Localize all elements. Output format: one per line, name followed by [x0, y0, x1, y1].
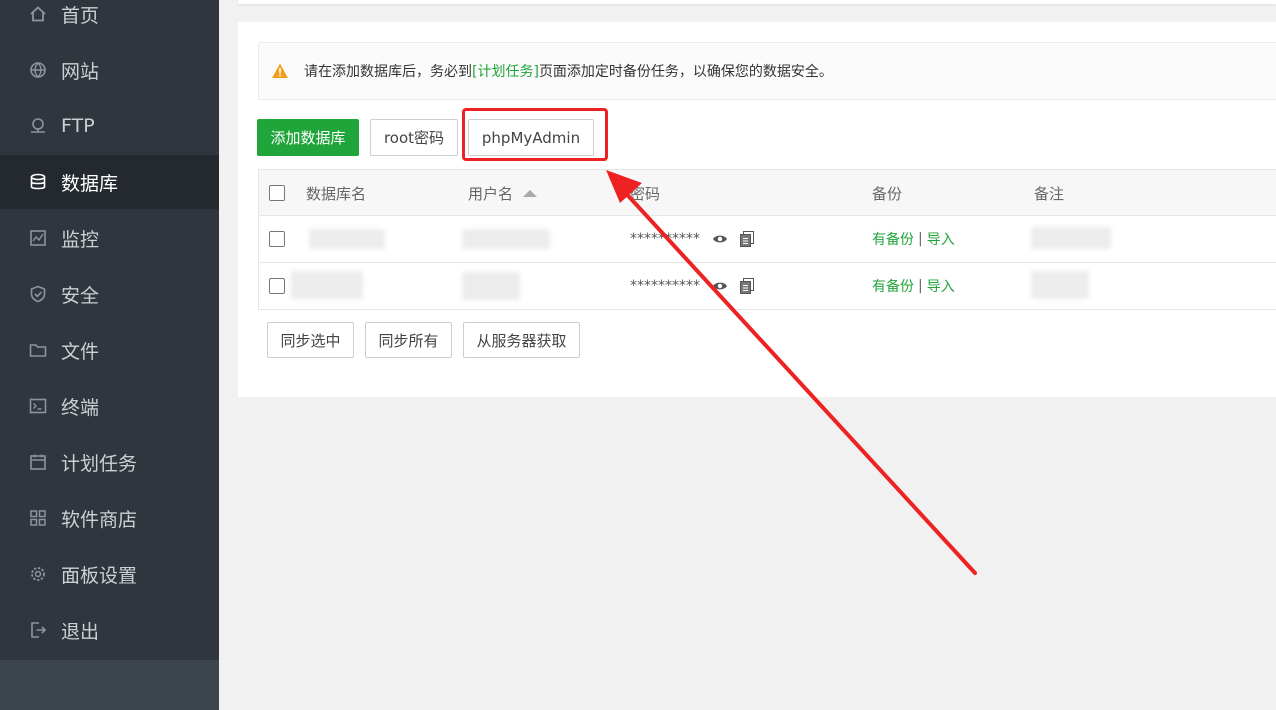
redacted-database-name	[309, 229, 385, 249]
sidebar-item-label: 网站	[61, 60, 100, 83]
sidebar-item-settings[interactable]: 面板设置	[0, 547, 219, 601]
sidebar-item-label: FTP	[61, 115, 95, 137]
redacted-database-name	[291, 271, 363, 299]
gear-icon	[28, 564, 48, 584]
sync-all-button[interactable]: 同步所有	[365, 322, 452, 358]
redacted-note	[1031, 227, 1111, 249]
masked-password: **********	[630, 278, 700, 294]
password-cell: **********	[630, 216, 754, 262]
row-checkbox[interactable]	[269, 231, 285, 247]
sidebar-item-store[interactable]: 软件商店	[0, 491, 219, 545]
copy-icon[interactable]	[740, 278, 754, 294]
link-separator: |	[918, 231, 923, 247]
column-header-user[interactable]: 用户名	[468, 170, 538, 216]
warning-icon	[271, 62, 289, 80]
sidebar-nav: 首页 网站 FTP 数据库 监控 安全 文件 终端 计划任务 软件商店 面板设置…	[0, 0, 219, 660]
backup-cell: 有备份 | 导入	[872, 216, 955, 262]
column-header-password: 密码	[630, 184, 661, 203]
sidebar-item-cron[interactable]: 计划任务	[0, 435, 219, 489]
row-checkbox[interactable]	[269, 278, 285, 294]
sidebar-item-monitor[interactable]: 监控	[0, 211, 219, 265]
home-icon	[28, 4, 48, 24]
top-bar	[238, 0, 1276, 4]
backup-cell: 有备份 | 导入	[872, 263, 955, 309]
monitor-icon	[28, 228, 48, 248]
terminal-icon	[28, 396, 48, 416]
select-all-checkbox[interactable]	[269, 185, 285, 201]
sidebar-item-ftp[interactable]: FTP	[0, 99, 219, 153]
redacted-note	[1031, 271, 1089, 299]
calendar-icon	[28, 452, 48, 472]
column-header-name[interactable]: 数据库名	[306, 170, 366, 216]
sidebar-item-label: 计划任务	[61, 452, 138, 475]
column-header-user-label: 用户名	[468, 184, 514, 203]
root-password-button[interactable]: root密码	[370, 119, 458, 156]
logout-icon	[28, 620, 48, 640]
column-header-backup: 备份	[872, 184, 903, 203]
apps-icon	[28, 508, 48, 528]
fetch-from-server-button[interactable]: 从服务器获取	[463, 322, 580, 358]
table-row: ********** 有备份 | 导入	[258, 263, 1276, 310]
table-header: 数据库名 用户名 密码 备份 备注	[258, 169, 1276, 216]
redacted-username	[462, 272, 520, 300]
notice-prefix: 请在添加数据库后，务必到	[304, 64, 472, 80]
database-panel: 请在添加数据库后，务必到[计划任务]页面添加定时备份任务，以确保您的数据安全。 …	[238, 22, 1276, 397]
sidebar-item-label: 安全	[61, 284, 100, 307]
column-header-note: 备注	[1034, 184, 1065, 203]
import-link[interactable]: 导入	[927, 276, 955, 296]
import-link[interactable]: 导入	[927, 229, 955, 249]
sidebar-item-label: 数据库	[61, 172, 119, 195]
shield-icon	[28, 284, 48, 304]
ftp-icon	[28, 116, 48, 136]
backup-link[interactable]: 有备份	[872, 229, 914, 249]
sidebar-item-security[interactable]: 安全	[0, 267, 219, 321]
sidebar-item-label: 监控	[61, 228, 100, 251]
eye-icon[interactable]	[712, 280, 728, 292]
sidebar-item-label: 文件	[61, 340, 100, 363]
masked-password: **********	[630, 231, 700, 247]
table-row: ********** 有备份 | 导入	[258, 216, 1276, 263]
backup-link[interactable]: 有备份	[872, 276, 914, 296]
cron-task-link[interactable]: [计划任务]	[472, 64, 539, 80]
sort-ascending-icon	[523, 189, 538, 197]
sidebar-item-database[interactable]: 数据库	[0, 155, 219, 209]
backup-notice: 请在添加数据库后，务必到[计划任务]页面添加定时备份任务，以确保您的数据安全。	[258, 42, 1276, 100]
redacted-username	[462, 229, 550, 249]
sidebar-item-label: 面板设置	[61, 564, 138, 587]
sidebar-item-label: 软件商店	[61, 508, 138, 531]
sidebar-item-files[interactable]: 文件	[0, 323, 219, 377]
sidebar-item-website[interactable]: 网站	[0, 43, 219, 97]
eye-icon[interactable]	[712, 233, 728, 245]
globe-icon	[28, 60, 48, 80]
copy-icon[interactable]	[740, 231, 754, 247]
notice-suffix: 页面添加定时备份任务，以确保您的数据安全。	[538, 64, 833, 80]
sidebar-item-label: 退出	[61, 620, 100, 643]
notice-text: 请在添加数据库后，务必到[计划任务]页面添加定时备份任务，以确保您的数据安全。	[304, 61, 833, 81]
sidebar-item-label: 终端	[61, 396, 100, 419]
database-icon	[28, 172, 48, 192]
annotation-highlight-box	[462, 108, 608, 161]
sidebar-item-home[interactable]: 首页	[0, 0, 219, 41]
link-separator: |	[918, 278, 923, 294]
sync-selected-button[interactable]: 同步选中	[267, 322, 354, 358]
sidebar-item-logout[interactable]: 退出	[0, 603, 219, 657]
folder-icon	[28, 340, 48, 360]
sidebar: 首页 网站 FTP 数据库 监控 安全 文件 终端 计划任务 软件商店 面板设置…	[0, 0, 219, 710]
sidebar-item-terminal[interactable]: 终端	[0, 379, 219, 433]
add-database-button[interactable]: 添加数据库	[257, 119, 359, 156]
password-cell: **********	[630, 263, 754, 309]
sidebar-item-label: 首页	[61, 4, 100, 27]
